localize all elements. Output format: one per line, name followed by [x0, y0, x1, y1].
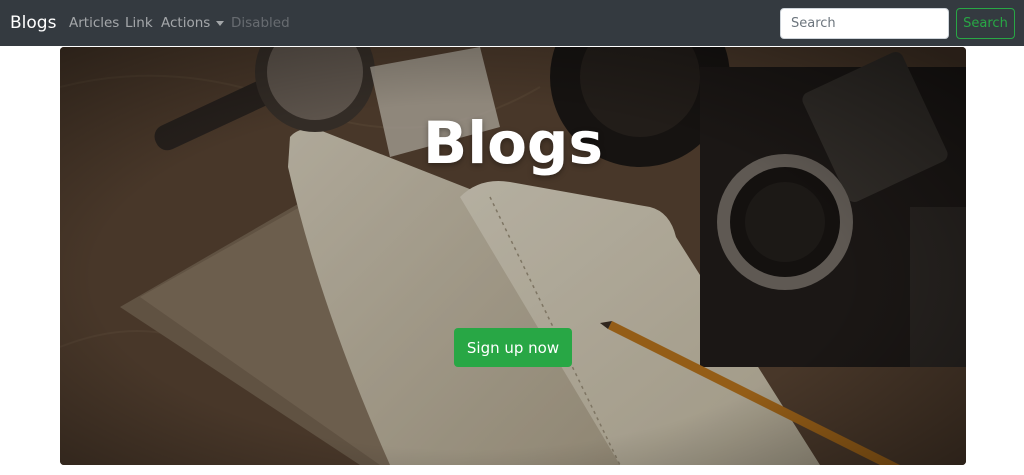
- top-navbar: Blogs Articles Link Actions Disabled Sea…: [0, 0, 1024, 46]
- nav-dropdown-actions[interactable]: Actions: [161, 14, 225, 32]
- search-input[interactable]: [780, 8, 949, 39]
- nav-link-articles[interactable]: Articles: [69, 14, 119, 32]
- brand-logo[interactable]: Blogs: [10, 11, 56, 35]
- nav-dropdown-actions-label: Actions: [161, 15, 211, 31]
- hero-jumbotron: Blogs Sign up now: [60, 47, 966, 465]
- chevron-down-icon: [216, 21, 225, 26]
- nav-link-link[interactable]: Link: [125, 14, 153, 32]
- hero-title: Blogs: [423, 109, 603, 177]
- search-button[interactable]: Search: [956, 8, 1015, 39]
- sign-up-button[interactable]: Sign up now: [454, 328, 572, 367]
- nav-link-disabled: Disabled: [231, 15, 290, 31]
